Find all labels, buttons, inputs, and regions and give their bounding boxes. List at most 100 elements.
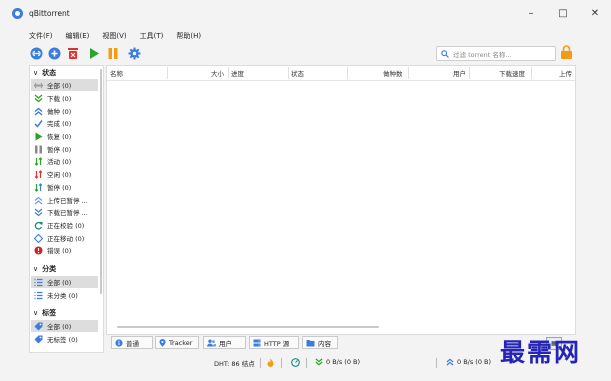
- trash-icon: [68, 47, 78, 59]
- server-icon: [253, 339, 261, 347]
- status-separator: [281, 358, 282, 368]
- column-header-peers[interactable]: 用户: [453, 68, 466, 78]
- column-divider[interactable]: [288, 67, 289, 79]
- sidebar-item-inactive[interactable]: 空闲 (0): [31, 168, 98, 180]
- chevron-down-icon: ∨: [33, 265, 39, 273]
- sidebar-item-completed[interactable]: 完成 (0): [31, 117, 98, 129]
- tag-section-header[interactable]: ∨ 标签: [33, 308, 56, 318]
- watermark-logo: 最需网: [500, 338, 582, 367]
- gear-icon: [128, 47, 140, 59]
- sidebar-item-tag-all[interactable]: 全部 (0): [31, 320, 98, 332]
- title-bar: qBittorrent – □ ✕: [0, 0, 611, 26]
- error-icon: [34, 246, 43, 255]
- upload-paused-icon: [34, 196, 43, 205]
- menu-view[interactable]: 视图(V): [102, 31, 126, 41]
- resume-button[interactable]: [87, 46, 101, 60]
- status-section-header[interactable]: ∨ 状态: [33, 68, 56, 78]
- column-divider[interactable]: [347, 67, 348, 79]
- sidebar-item-moving[interactable]: 正在移动 (0): [31, 232, 98, 244]
- active-icon: [34, 156, 43, 166]
- column-header-name[interactable]: 名称: [110, 68, 123, 78]
- tab-peers[interactable]: 用户: [203, 336, 246, 349]
- column-header-size[interactable]: 大小: [211, 68, 224, 78]
- column-divider[interactable]: [228, 67, 229, 79]
- download-icon: [315, 358, 323, 366]
- column-header-seeds[interactable]: 做种数: [383, 68, 403, 78]
- users-icon: [207, 339, 216, 347]
- add-link-button[interactable]: [29, 46, 43, 60]
- location-pin-icon: [159, 338, 166, 347]
- sidebar-item-all[interactable]: 全部 (0): [31, 79, 98, 91]
- menu-file[interactable]: 文件(F): [29, 31, 53, 41]
- chevron-down-icon: ∨: [33, 69, 39, 77]
- column-header-progress[interactable]: 进度: [231, 68, 244, 78]
- sidebar-item-checking[interactable]: 正在校验 (0): [31, 219, 98, 231]
- search-input[interactable]: 过滤 torrent 名称...: [436, 46, 556, 61]
- download-speed-status[interactable]: 0 B/s (0 B): [315, 358, 360, 366]
- minimize-button[interactable]: –: [515, 0, 547, 26]
- chevron-down-icon: ∨: [33, 309, 39, 317]
- sidebar-item-downloading[interactable]: 下载 (0): [31, 92, 98, 104]
- window-title: qBittorrent: [29, 8, 70, 18]
- alt-speed-icon[interactable]: [291, 358, 300, 367]
- qbittorrent-logo-icon: [12, 7, 23, 19]
- play-icon: [34, 132, 43, 141]
- check-icon: [34, 119, 43, 128]
- add-torrent-button[interactable]: [47, 46, 61, 60]
- tag-icon: [34, 335, 43, 344]
- menu-tools[interactable]: 工具(T): [140, 31, 164, 41]
- sidebar-item-untagged[interactable]: 无标签 (0): [31, 333, 98, 345]
- sidebar-scrollbar[interactable]: [100, 69, 102, 294]
- tab-general[interactable]: 普通: [111, 336, 153, 349]
- options-button[interactable]: [127, 46, 141, 60]
- column-divider[interactable]: [469, 67, 470, 79]
- sidebar: ∨ 状态 全部 (0) 下载 (0) 做种 (0) 完成 (0) 恢复 (0) 暂…: [29, 65, 104, 353]
- sidebar-item-errored[interactable]: 错误 (0): [31, 244, 98, 256]
- lock-icon[interactable]: [560, 45, 573, 62]
- torrent-table[interactable]: 名称 大小 进度 状态 做种数 用户 下载速度 上传: [106, 65, 576, 335]
- column-header-download-speed[interactable]: 下载速度: [499, 68, 525, 78]
- sidebar-item-category-all[interactable]: 全部 (0): [31, 276, 98, 288]
- menu-bar: 文件(F) 编辑(E) 视图(V) 工具(T) 帮助(H): [0, 29, 214, 43]
- horizontal-scrollbar[interactable]: [117, 326, 379, 328]
- link-icon: [30, 47, 42, 59]
- close-button[interactable]: ✕: [579, 0, 611, 26]
- all-icon: [34, 81, 43, 90]
- sidebar-item-uncategorized[interactable]: 未分类 (0): [31, 289, 98, 301]
- menu-help[interactable]: 帮助(H): [176, 31, 201, 41]
- upload-icon: [34, 107, 43, 116]
- pause-icon: [34, 145, 43, 154]
- status-separator: [436, 358, 437, 368]
- column-divider[interactable]: [408, 67, 409, 79]
- column-header-status[interactable]: 状态: [291, 68, 304, 78]
- column-header-upload-speed[interactable]: 上传: [559, 68, 572, 78]
- sidebar-item-active[interactable]: 活动 (0): [31, 155, 98, 167]
- table-header: 名称 大小 进度 状态 做种数 用户 下载速度 上传: [107, 66, 575, 81]
- flame-icon[interactable]: [267, 358, 274, 367]
- maximize-button[interactable]: □: [547, 0, 579, 26]
- folder-icon: [306, 339, 315, 347]
- list-icon: [34, 291, 43, 300]
- moving-icon: [34, 233, 43, 243]
- column-divider[interactable]: [167, 67, 168, 79]
- column-divider[interactable]: [531, 67, 532, 79]
- sidebar-item-upload-paused[interactable]: 上传已暂停 ...: [31, 194, 98, 206]
- checking-icon: [34, 221, 43, 230]
- sidebar-item-seeding[interactable]: 做种 (0): [31, 105, 98, 117]
- category-section-header[interactable]: ∨ 分类: [33, 264, 56, 274]
- sidebar-item-stalled[interactable]: 暂停 (0): [31, 181, 98, 193]
- upload-icon: [446, 358, 454, 366]
- download-paused-icon: [34, 208, 43, 217]
- sidebar-item-download-paused[interactable]: 下载已暂停 ...: [31, 206, 98, 218]
- sidebar-item-paused[interactable]: 暂停 (0): [31, 143, 98, 155]
- tab-trackers[interactable]: Tracker: [155, 336, 199, 349]
- pause-button[interactable]: [106, 46, 120, 60]
- delete-button[interactable]: [66, 46, 80, 60]
- plus-icon: [48, 47, 60, 59]
- upload-speed-status[interactable]: 0 B/s (0 B): [446, 358, 491, 366]
- tab-content[interactable]: 内容: [302, 336, 338, 349]
- tab-http-sources[interactable]: HTTP 源: [249, 336, 299, 349]
- sidebar-item-resumed[interactable]: 恢复 (0): [31, 130, 98, 142]
- menu-edit[interactable]: 编辑(E): [66, 31, 90, 41]
- tag-icon: [34, 322, 43, 331]
